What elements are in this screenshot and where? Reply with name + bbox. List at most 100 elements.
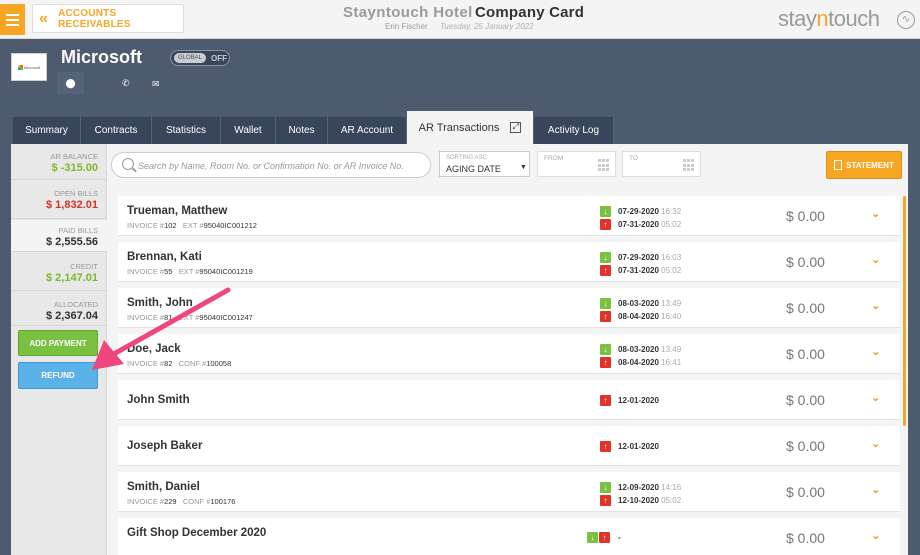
departure-icon: ↑ bbox=[600, 495, 611, 506]
arrival-date: 08-03-2020 13:49 bbox=[618, 299, 682, 308]
tab-ar-transactions-label: AR Transactions bbox=[418, 121, 500, 134]
departure-icon: ↑ bbox=[600, 395, 611, 406]
company-name: Microsoft bbox=[61, 47, 142, 67]
to-date-picker[interactable]: TO bbox=[622, 151, 701, 177]
caret-down-icon: ▼ bbox=[520, 164, 527, 171]
credit-filter[interactable]: CREDIT $ 2,147.01 bbox=[11, 253, 107, 291]
company-logo: Microsoft bbox=[11, 53, 47, 81]
statement-button[interactable]: STATEMENT bbox=[826, 151, 902, 179]
amount: $ 0.00 bbox=[786, 530, 825, 546]
chevron-down-icon[interactable]: ›› bbox=[870, 305, 882, 306]
to-date-label: TO bbox=[629, 155, 638, 162]
departure-icon: ↑ bbox=[599, 532, 610, 543]
chevron-down-icon[interactable]: ›› bbox=[870, 489, 882, 490]
transaction-list: Trueman, Matthew INVOICE #102 EXT #95040… bbox=[118, 196, 900, 555]
guest-name: Doe, Jack bbox=[127, 343, 181, 355]
search-box bbox=[111, 152, 431, 178]
sort-label: SORTING ASC bbox=[446, 155, 487, 161]
guest-name: Gift Shop December 2020 bbox=[127, 527, 267, 539]
tab-ar-transactions[interactable]: AR Transactions ⤢ bbox=[407, 111, 534, 144]
allocated-filter[interactable]: ALLOCATED $ 2,367.04 bbox=[11, 292, 107, 326]
arrival-date: 07-29-2020 16:32 bbox=[618, 207, 682, 216]
top-bar: « ACCOUNTS RECEIVABLES Stayntouch Hotel … bbox=[0, 0, 920, 39]
menu-icon[interactable] bbox=[0, 4, 25, 35]
chevron-down-icon[interactable]: ›› bbox=[870, 443, 882, 444]
departure-date: 07-31-2020 05:02 bbox=[618, 266, 682, 275]
from-date-picker[interactable]: FROM bbox=[537, 151, 616, 177]
date-placeholder: - bbox=[618, 533, 621, 542]
ar-balance: AR BALANCE $ -315.00 bbox=[11, 144, 107, 180]
pulse-icon[interactable]: ∿ bbox=[897, 11, 915, 29]
arrival-date: 07-29-2020 16:03 bbox=[618, 253, 682, 262]
paid-bills-filter[interactable]: PAID BILLS $ 2,555.56 bbox=[11, 220, 107, 252]
table-row[interactable]: Trueman, Matthew INVOICE #102 EXT #95040… bbox=[118, 196, 900, 236]
statement-button-label: STATEMENT bbox=[846, 160, 894, 170]
invoice-info: INVOICE #55 EXT #95040IC001219 bbox=[127, 267, 253, 276]
global-toggle[interactable]: GLOBAL OFF bbox=[170, 50, 230, 66]
tab-ar-account[interactable]: AR Account bbox=[328, 117, 407, 144]
departure-icon: ↑ bbox=[600, 219, 611, 230]
invoice-info: INVOICE #229 CONF #100176 bbox=[127, 497, 236, 506]
tab-notes[interactable]: Notes bbox=[276, 117, 328, 144]
calendar-icon bbox=[598, 159, 611, 172]
table-row[interactable]: John Smith ↑ 12-01-2020 $ 0.00 ›› bbox=[118, 380, 900, 420]
address-button[interactable]: ⬤ bbox=[57, 72, 84, 94]
balance-sidebar: AR BALANCE $ -315.00 OPEN BILLS $ 1,832.… bbox=[11, 144, 107, 555]
departure-date: 12-01-2020 bbox=[618, 442, 659, 451]
scrollbar[interactable] bbox=[903, 196, 906, 426]
back-button[interactable]: « ACCOUNTS RECEIVABLES bbox=[32, 4, 184, 33]
add-payment-button[interactable]: ADD PAYMENT bbox=[18, 330, 98, 356]
table-row[interactable]: Gift Shop December 2020 ↓ ↑ - $ 0.00 ›› bbox=[118, 518, 900, 555]
invoice-info: INVOICE #81 EXT #95040IC001247 bbox=[127, 313, 253, 322]
page-title: Company Card bbox=[475, 4, 585, 21]
hotel-name: Stayntouch Hotel bbox=[343, 4, 473, 21]
amount: $ 0.00 bbox=[786, 484, 825, 500]
business-date: Tuesday, 25 January 2022 bbox=[440, 22, 534, 31]
arrival-icon: ↓ bbox=[600, 252, 611, 263]
tab-summary[interactable]: Summary bbox=[13, 117, 81, 144]
document-icon bbox=[834, 160, 843, 170]
departure-icon: ↑ bbox=[600, 265, 611, 276]
tab-statistics[interactable]: Statistics bbox=[152, 117, 221, 144]
amount: $ 0.00 bbox=[786, 438, 825, 454]
table-row[interactable]: Doe, Jack INVOICE #82 CONF #100058 ↓ ↑ 0… bbox=[118, 334, 900, 374]
guest-name: Joseph Baker bbox=[127, 440, 203, 452]
departure-icon: ↑ bbox=[600, 357, 611, 368]
sort-dropdown[interactable]: SORTING ASC AGING DATE ▼ bbox=[439, 151, 530, 177]
phone-icon[interactable]: ✆ bbox=[122, 78, 130, 89]
arrival-icon: ↓ bbox=[600, 206, 611, 217]
arrival-icon: ↓ bbox=[600, 344, 611, 355]
from-date-label: FROM bbox=[544, 155, 564, 162]
tab-bar: Summary Contracts Statistics Wallet Note… bbox=[13, 111, 614, 144]
tab-contracts[interactable]: Contracts bbox=[81, 117, 152, 144]
table-row[interactable]: Joseph Baker ↑ 12-01-2020 $ 0.00 ›› bbox=[118, 426, 900, 466]
open-bills-filter[interactable]: OPEN BILLS $ 1,832.01 bbox=[11, 181, 107, 219]
chevron-down-icon[interactable]: ›› bbox=[870, 213, 882, 214]
expand-icon[interactable]: ⤢ bbox=[510, 122, 522, 133]
search-input[interactable] bbox=[138, 158, 423, 173]
chevron-down-icon[interactable]: ›› bbox=[870, 397, 882, 398]
table-row[interactable]: Brennan, Kati INVOICE #55 EXT #95040IC00… bbox=[118, 242, 900, 282]
refund-button[interactable]: REFUND bbox=[18, 362, 98, 389]
amount: $ 0.00 bbox=[786, 254, 825, 270]
mail-icon[interactable]: ✉ bbox=[152, 79, 160, 90]
table-row[interactable]: Smith, Daniel INVOICE #229 CONF #100176 … bbox=[118, 472, 900, 512]
tab-activity-log[interactable]: Activity Log bbox=[534, 117, 614, 144]
chevron-down-icon[interactable]: ›› bbox=[870, 259, 882, 260]
sort-value: AGING DATE bbox=[446, 164, 501, 174]
tab-wallet[interactable]: Wallet bbox=[221, 117, 276, 144]
chevron-down-icon[interactable]: ›› bbox=[870, 535, 882, 536]
guest-name: Trueman, Matthew bbox=[127, 205, 228, 217]
table-row[interactable]: Smith, John INVOICE #81 EXT #95040IC0012… bbox=[118, 288, 900, 328]
amount: $ 0.00 bbox=[786, 208, 825, 224]
arrival-icon: ↓ bbox=[600, 298, 611, 309]
global-toggle-label: GLOBAL bbox=[174, 53, 207, 63]
amount: $ 0.00 bbox=[786, 346, 825, 362]
search-icon bbox=[122, 158, 134, 170]
chevron-left-icon: « bbox=[39, 9, 48, 27]
guest-name: Smith, John bbox=[127, 297, 193, 309]
invoice-info: INVOICE #102 EXT #95040IC001212 bbox=[127, 221, 257, 230]
arrival-date: 08-03-2020 13:49 bbox=[618, 345, 682, 354]
guest-name: Smith, Daniel bbox=[127, 481, 200, 493]
chevron-down-icon[interactable]: ›› bbox=[870, 351, 882, 352]
